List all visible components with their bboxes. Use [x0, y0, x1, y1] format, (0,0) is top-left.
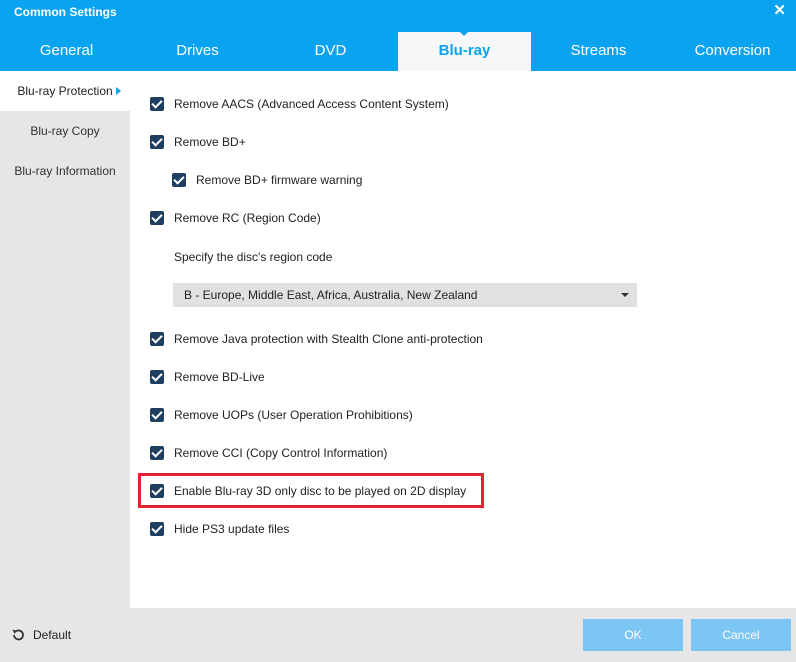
tab-conversion[interactable]: Conversion [666, 32, 796, 71]
sidebar-item-blu-ray-protection[interactable]: Blu-ray Protection [0, 71, 130, 111]
cancel-button[interactable]: Cancel [691, 619, 791, 651]
sidebar-item-label: Blu-ray Copy [30, 124, 100, 138]
option-remove-bd-plus-firmware-warning[interactable]: Remove BD+ firmware warning [172, 172, 362, 188]
check-icon[interactable] [150, 332, 164, 346]
region-code-value: B - Europe, Middle East, Africa, Austral… [184, 288, 478, 302]
option-remove-aacs[interactable]: Remove AACS (Advanced Access Content Sys… [150, 96, 449, 112]
option-remove-bd-plus[interactable]: Remove BD+ [150, 134, 246, 150]
option-label: Remove CCI (Copy Control Information) [174, 446, 388, 460]
tab-dvd[interactable]: DVD [264, 32, 397, 71]
undo-icon [12, 629, 24, 641]
chevron-down-icon [621, 293, 629, 297]
window-title: Common Settings [14, 5, 117, 19]
sidebar-item-label: Blu-ray Information [14, 164, 116, 178]
ok-button[interactable]: OK [583, 619, 683, 651]
sidebar: Blu-ray Protection Blu-ray Copy Blu-ray … [0, 71, 130, 608]
check-icon[interactable] [150, 446, 164, 460]
tab-label: Streams [570, 42, 627, 59]
option-remove-java-protection[interactable]: Remove Java protection with Stealth Clon… [150, 331, 483, 347]
check-icon[interactable] [172, 173, 186, 187]
region-code-label: Specify the disc's region code [174, 250, 333, 264]
tab-drives[interactable]: Drives [131, 32, 264, 71]
check-icon[interactable] [150, 211, 164, 225]
option-label: Enable Blu-ray 3D only disc to be played… [174, 484, 467, 498]
check-icon[interactable] [150, 408, 164, 422]
title-bar: Common Settings ✕ [0, 0, 796, 32]
option-label: Hide PS3 update files [174, 522, 290, 536]
footer: Default OK Cancel [0, 608, 796, 662]
option-label: Remove RC (Region Code) [174, 211, 321, 225]
option-remove-cci[interactable]: Remove CCI (Copy Control Information) [150, 445, 387, 461]
default-label: Default [33, 628, 72, 642]
region-code-select[interactable]: B - Europe, Middle East, Africa, Austral… [173, 283, 637, 307]
tab-general[interactable]: General [0, 32, 133, 71]
option-enable-blu-ray-3d-on-2d[interactable]: Enable Blu-ray 3D only disc to be played… [150, 483, 466, 499]
option-label: Remove BD+ firmware warning [196, 173, 363, 187]
check-icon[interactable] [150, 484, 164, 498]
option-remove-bd-live[interactable]: Remove BD-Live [150, 369, 265, 385]
check-icon[interactable] [150, 522, 164, 536]
sidebar-item-label: Blu-ray Protection [17, 84, 113, 98]
option-hide-ps3-update-files[interactable]: Hide PS3 update files [150, 521, 289, 537]
tab-streams[interactable]: Streams [532, 32, 665, 71]
check-icon[interactable] [150, 97, 164, 111]
default-button[interactable]: Default [10, 627, 71, 643]
sidebar-item-blu-ray-information[interactable]: Blu-ray Information [0, 151, 130, 191]
check-icon[interactable] [150, 135, 164, 149]
check-icon[interactable] [150, 370, 164, 384]
chevron-right-icon [116, 87, 121, 95]
tab-bar: General Drives DVD Blu-ray Streams Conve… [0, 31, 796, 71]
tab-label: DVD [314, 42, 347, 59]
option-remove-rc[interactable]: Remove RC (Region Code) [150, 210, 321, 226]
tab-label: Conversion [694, 42, 771, 59]
tab-label: Drives [176, 42, 219, 59]
tab-blu-ray[interactable]: Blu-ray [398, 31, 531, 71]
option-label: Remove BD-Live [174, 370, 265, 384]
tab-label: Blu-ray [438, 42, 491, 59]
option-remove-uops[interactable]: Remove UOPs (User Operation Prohibitions… [150, 407, 413, 423]
option-label: Remove Java protection with Stealth Clon… [174, 332, 483, 346]
tab-label: General [39, 42, 94, 59]
option-label: Remove BD+ [174, 135, 246, 149]
settings-panel: Remove AACS (Advanced Access Content Sys… [130, 71, 796, 608]
close-icon[interactable]: ✕ [773, 1, 786, 19]
sidebar-item-blu-ray-copy[interactable]: Blu-ray Copy [0, 111, 130, 151]
option-label: Remove UOPs (User Operation Prohibitions… [174, 408, 413, 422]
option-label: Remove AACS (Advanced Access Content Sys… [174, 97, 449, 111]
